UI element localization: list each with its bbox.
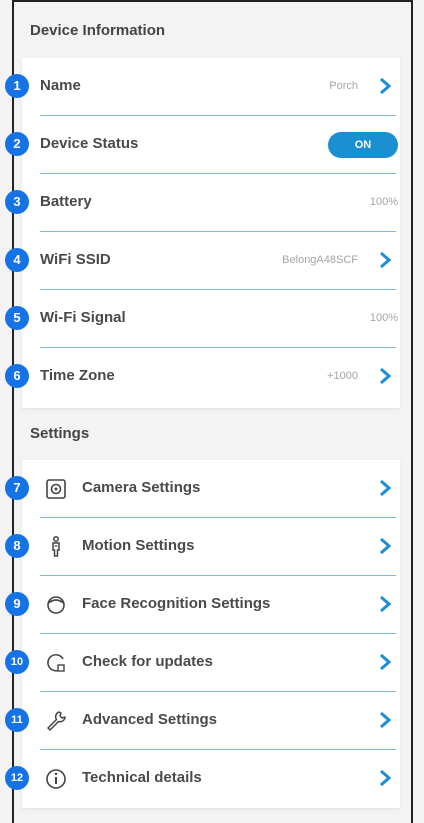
row-motion-settings[interactable]: 8 Motion Settings <box>5 518 400 576</box>
settings-card: 7 Camera Settings 8 Motion Settings 9 Fa… <box>5 460 400 808</box>
motion-person-icon <box>52 536 60 557</box>
info-icon <box>46 769 66 789</box>
row-time-zone[interactable]: 6 Time Zone +1000 <box>5 348 400 406</box>
row-wifi-ssid[interactable]: 4 WiFi SSID BelongA48SCF <box>5 232 400 290</box>
face-icon <box>47 596 65 614</box>
row-device-status: 2 Device Status ON <box>5 116 400 174</box>
row-face-recognition-settings[interactable]: 9 Face Recognition Settings <box>5 576 400 634</box>
technical-details-label: Technical details <box>82 769 202 786</box>
device-information-card: 1 Name Porch 2 Device Status ON 3 Batter… <box>5 58 400 408</box>
face-recognition-settings-label: Face Recognition Settings <box>82 595 271 612</box>
time-zone-label: Time Zone <box>40 367 115 384</box>
row-camera-settings[interactable]: 7 Camera Settings <box>5 460 400 518</box>
settings-heading: Settings <box>30 425 90 442</box>
chevron-right-icon[interactable] <box>376 250 394 270</box>
wifi-signal-label: Wi-Fi Signal <box>40 309 126 326</box>
chevron-right-icon[interactable] <box>376 594 394 614</box>
row-check-for-updates[interactable]: 10 Check for updates <box>5 634 400 692</box>
row-battery: 3 Battery 100% <box>5 174 400 232</box>
device-status-toggle[interactable]: ON <box>328 132 398 158</box>
chevron-right-icon[interactable] <box>376 76 394 96</box>
update-icon <box>47 653 65 672</box>
advanced-settings-label: Advanced Settings <box>82 711 218 728</box>
chevron-right-icon[interactable] <box>376 710 394 730</box>
wifi-signal-value: 100% <box>369 312 398 324</box>
step-badge: 10 <box>5 650 29 674</box>
row-technical-details[interactable]: 12 Technical details <box>5 750 400 808</box>
wrench-icon <box>47 711 66 731</box>
wifi-ssid-label: WiFi SSID <box>40 251 111 268</box>
chevron-right-icon[interactable] <box>376 478 394 498</box>
chevron-right-icon[interactable] <box>376 366 394 386</box>
name-value: Porch <box>329 80 358 92</box>
motion-settings-label: Motion Settings <box>82 537 195 554</box>
camera-settings-label: Camera Settings <box>82 479 201 496</box>
battery-label: Battery <box>40 193 92 210</box>
row-wifi-signal: 5 Wi-Fi Signal 100% <box>5 290 400 348</box>
step-badge: 1 <box>5 74 29 98</box>
step-badge: 6 <box>5 364 29 388</box>
step-badge: 5 <box>5 306 29 330</box>
step-badge: 7 <box>5 476 29 500</box>
step-badge: 9 <box>5 592 29 616</box>
row-name[interactable]: 1 Name Porch <box>5 58 400 116</box>
chevron-right-icon[interactable] <box>376 536 394 556</box>
wifi-ssid-value: BelongA48SCF <box>282 254 358 266</box>
chevron-right-icon[interactable] <box>376 768 394 788</box>
battery-value: 100% <box>369 196 398 208</box>
step-badge: 12 <box>5 766 29 790</box>
row-advanced-settings[interactable]: 11 Advanced Settings <box>5 692 400 750</box>
device-status-label: Device Status <box>40 135 139 152</box>
step-badge: 2 <box>5 132 29 156</box>
camera-icon <box>46 479 66 499</box>
name-label: Name <box>40 77 81 94</box>
step-badge: 3 <box>5 190 29 214</box>
check-for-updates-label: Check for updates <box>82 653 213 670</box>
chevron-right-icon[interactable] <box>376 652 394 672</box>
step-badge: 11 <box>5 708 29 732</box>
time-zone-value: +1000 <box>327 370 358 382</box>
step-badge: 4 <box>5 248 29 272</box>
device-information-heading: Device Information <box>30 22 166 39</box>
step-badge: 8 <box>5 534 29 558</box>
